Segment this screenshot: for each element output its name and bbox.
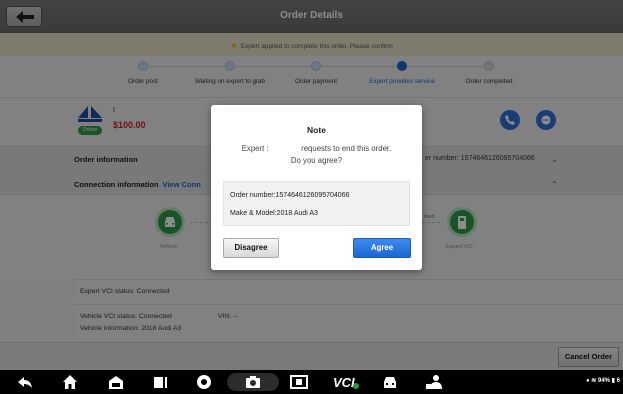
- home-icon[interactable]: [62, 374, 78, 390]
- disagree-button[interactable]: Disagree: [223, 238, 279, 258]
- system-nav-bar: VCI ● ≋ 94% ▮ 6: [0, 370, 623, 394]
- dialog-message-line1: Expert : requests to end this order.: [241, 144, 392, 153]
- dialog-order-number: Order number:1574646126095704066: [230, 192, 350, 199]
- agree-button[interactable]: Agree: [353, 238, 411, 258]
- browser-icon[interactable]: [196, 374, 212, 390]
- note-dialog: Note Expert : requests to end this order…: [211, 105, 422, 270]
- battery-level: 94%: [597, 378, 610, 384]
- wifi-icon: ≋: [591, 378, 597, 384]
- vci-icon[interactable]: VCI: [333, 374, 359, 390]
- status-indicators: ● ≋ 94% ▮ 6: [586, 377, 620, 384]
- svg-text:VCI: VCI: [333, 375, 355, 390]
- status-extra: 6: [616, 378, 620, 384]
- recent-apps-icon[interactable]: [152, 374, 168, 390]
- battery-icon: ▮: [611, 378, 615, 384]
- garage-icon[interactable]: [108, 374, 124, 390]
- dialog-make-model: Make & Model:2018 Audi A3: [230, 210, 318, 217]
- camera-icon[interactable]: [245, 374, 261, 390]
- location-icon: ●: [585, 378, 590, 384]
- screenshot-icon[interactable]: [290, 374, 308, 390]
- dialog-title: Note: [307, 125, 326, 135]
- back-nav-icon[interactable]: [17, 374, 33, 390]
- remote-expert-icon[interactable]: [425, 374, 442, 390]
- vehicle-icon[interactable]: [382, 374, 398, 390]
- dialog-message-line2: Do you agree?: [290, 156, 343, 165]
- dialog-order-info: Order number:1574646126095704066 Make & …: [223, 181, 410, 226]
- dialog-message: Expert : requests to end this order. Do …: [223, 143, 410, 167]
